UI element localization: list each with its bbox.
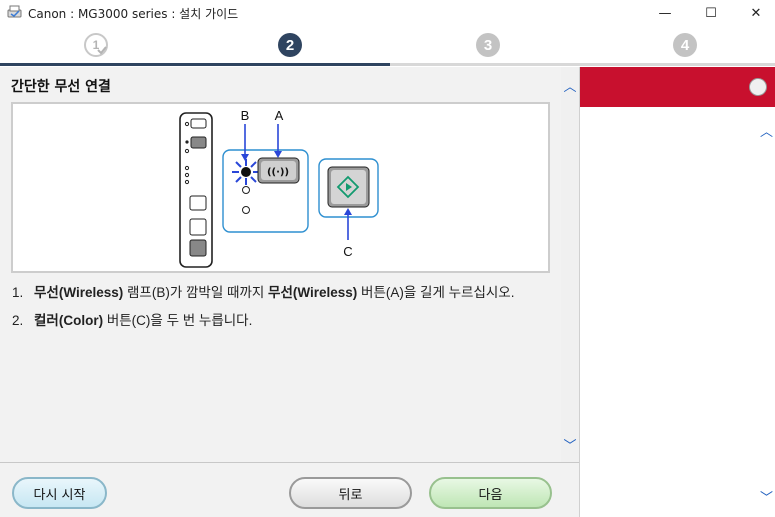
instruction-scrollbar[interactable]: ︿ ﹀	[561, 67, 579, 462]
maximize-button[interactable]: ☐	[688, 0, 734, 26]
window-title: Canon : MG3000 series : 설치 가이드	[28, 7, 239, 21]
progress-line-complete	[0, 63, 390, 66]
instruction-pane: 간단한 무선 연결 ((·)) B A C 1. 무선(Wireless) 램프…	[0, 67, 579, 462]
label-c: C	[343, 244, 352, 259]
step-progress-bar: 1 2 3 4	[0, 26, 775, 67]
instruction-item: 1. 무선(Wireless) 램프(B)가 깜박일 때까지 무선(Wirele…	[12, 285, 515, 300]
blinking-lamp-b	[232, 159, 259, 185]
close-button[interactable]: ✕	[733, 0, 775, 26]
step-1-completed: 1	[84, 33, 108, 57]
wifi-icon: ((·))	[267, 167, 289, 178]
instruction-item: 2. 컬러(Color) 버튼(C)을 두 번 누릅니다.	[12, 313, 253, 328]
step-2-current: 2	[278, 33, 302, 57]
scroll-down-icon[interactable]: ﹀	[760, 487, 773, 506]
scroll-up-icon[interactable]: ︿	[760, 121, 773, 140]
minimize-icon: —	[658, 5, 672, 21]
printer-panel-illustration: ((·)) B A C	[11, 102, 550, 273]
maximize-icon: ☐	[705, 5, 717, 21]
restart-button[interactable]: 다시 시작	[12, 477, 107, 509]
panel-toggle-button[interactable]	[749, 78, 767, 96]
label-a: A	[275, 108, 284, 123]
scroll-down-icon[interactable]: ﹀	[563, 440, 577, 454]
side-panel: ︿ ﹀	[579, 67, 775, 517]
next-button[interactable]: 다음	[429, 477, 552, 509]
progress-line-remaining	[390, 63, 775, 66]
back-button[interactable]: 뒤로	[289, 477, 412, 509]
close-icon: ✕	[750, 5, 762, 21]
step-3: 3	[476, 33, 500, 57]
app-icon	[7, 5, 22, 18]
operation-panel-diagram: ((·)) B A C	[179, 108, 379, 268]
checkmark-icon	[97, 46, 107, 55]
label-b: B	[241, 108, 250, 123]
instruction-list: 1. 무선(Wireless) 램프(B)가 깜박일 때까지 무선(Wirele…	[12, 285, 542, 341]
minimize-button[interactable]: —	[642, 0, 688, 26]
scroll-up-icon[interactable]: ︿	[563, 81, 577, 95]
step-4: 4	[673, 33, 697, 57]
brand-header-bar	[580, 67, 775, 107]
footer-bar: 다시 시작 뒤로 다음	[0, 462, 579, 517]
title-bar: Canon : MG3000 series : 설치 가이드 — ☐ ✕	[0, 0, 775, 26]
setup-guide-window: Canon : MG3000 series : 설치 가이드 — ☐ ✕ 1 2…	[0, 0, 775, 517]
section-title: 간단한 무선 연결	[11, 79, 111, 95]
